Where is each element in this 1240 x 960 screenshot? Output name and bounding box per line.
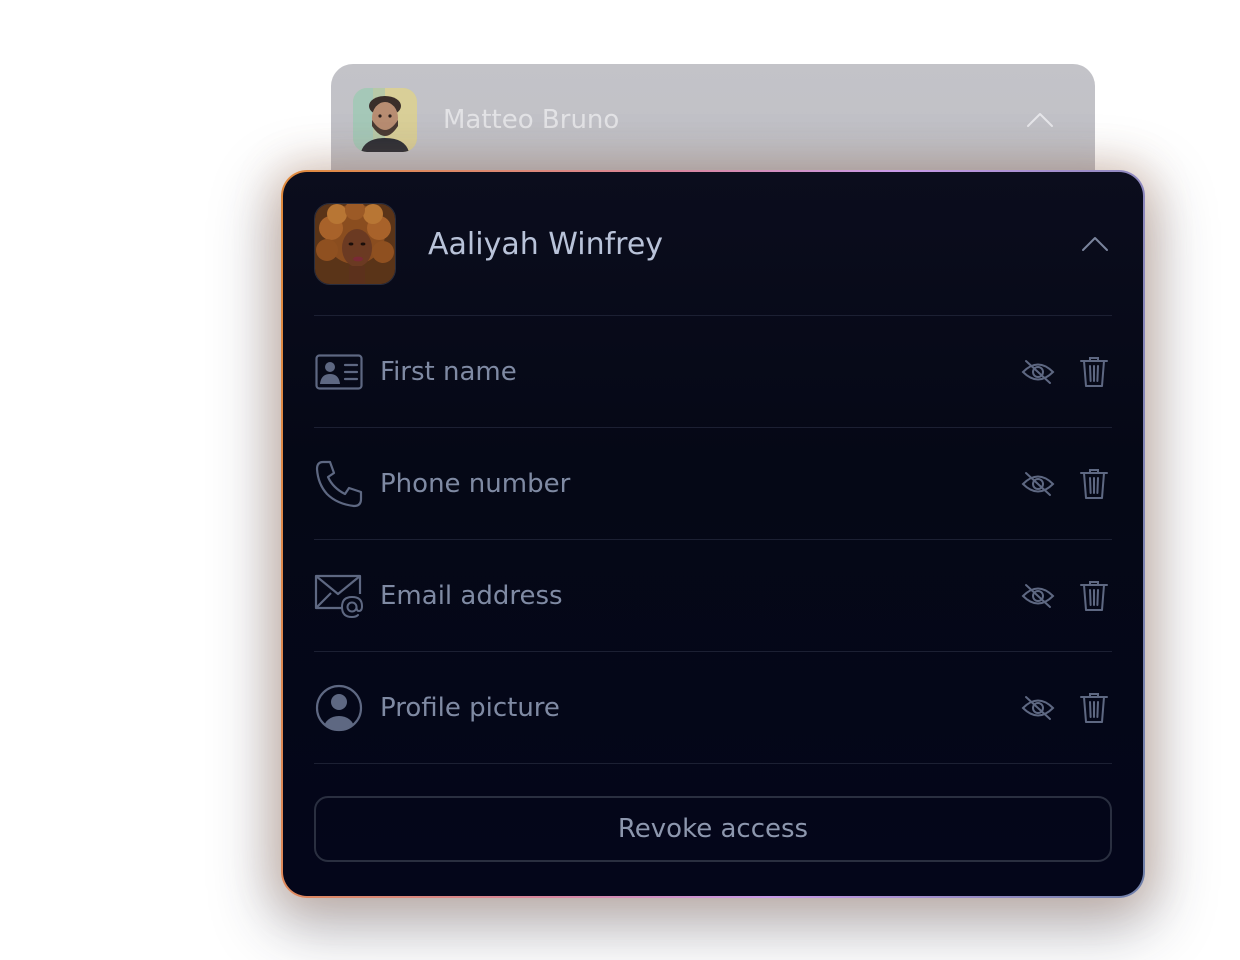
eye-off-icon[interactable] [1020, 354, 1056, 390]
email-at-icon [314, 571, 364, 621]
field-row-profile-picture: Profile picture [314, 652, 1112, 763]
field-label: First name [380, 356, 517, 387]
chevron-up-icon[interactable] [1080, 234, 1110, 254]
divider [314, 763, 1112, 764]
user-circle-icon [314, 683, 364, 733]
avatar [314, 203, 396, 285]
phone-icon [314, 459, 364, 509]
collapsed-card-header[interactable]: Matteo Bruno [353, 88, 1073, 152]
shared-fields-list: First name Phone number Email address Pr… [314, 315, 1112, 764]
eye-off-icon[interactable] [1020, 690, 1056, 726]
chevron-up-icon[interactable] [1025, 110, 1055, 130]
expanded-card-header[interactable]: Aaliyah Winfrey [314, 203, 1112, 285]
trash-icon[interactable] [1076, 578, 1112, 614]
trash-icon[interactable] [1076, 354, 1112, 390]
field-label: Email address [380, 580, 563, 611]
id-card-icon [314, 347, 364, 397]
trash-icon[interactable] [1076, 690, 1112, 726]
eye-off-icon[interactable] [1020, 578, 1056, 614]
field-label: Profile picture [380, 692, 560, 723]
field-label: Phone number [380, 468, 571, 499]
avatar [353, 88, 417, 152]
field-row-email-address: Email address [314, 540, 1112, 651]
field-row-phone-number: Phone number [314, 428, 1112, 539]
expanded-contact-card-border: Aaliyah Winfrey First name Phone number … [281, 170, 1145, 898]
expanded-contact-card: Aaliyah Winfrey First name Phone number … [283, 172, 1143, 896]
expanded-contact-name: Aaliyah Winfrey [428, 226, 664, 262]
eye-off-icon[interactable] [1020, 466, 1056, 502]
trash-icon[interactable] [1076, 466, 1112, 502]
field-row-first-name: First name [314, 316, 1112, 427]
stage: Matteo Bruno Aaliyah Winfrey First name … [0, 0, 1240, 960]
revoke-access-button[interactable]: Revoke access [314, 796, 1112, 862]
collapsed-contact-name: Matteo Bruno [443, 105, 620, 135]
